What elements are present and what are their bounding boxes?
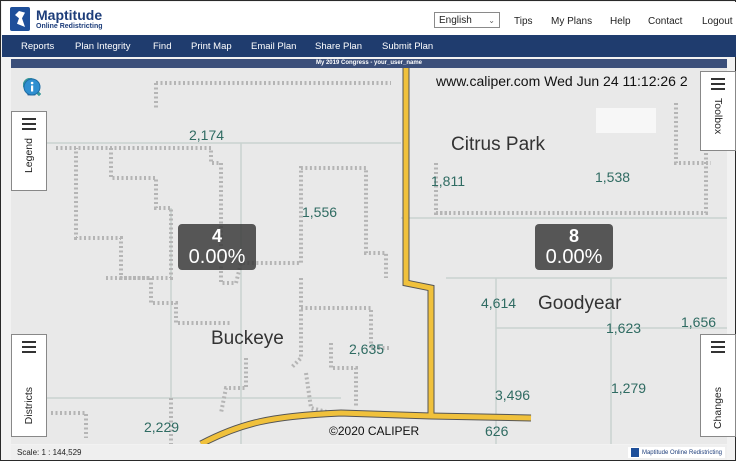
map-canvas[interactable]: www.caliper.com Wed Jun 24 11:12:26 2 Ci… [11, 68, 727, 444]
district-deviation: 0.00% [545, 246, 603, 268]
population-label: 1,623 [606, 320, 642, 336]
logo[interactable]: Maptitude Online Redistricting [10, 5, 103, 33]
map-scale: Scale: 1 : 144,529 [17, 448, 82, 457]
changes-tab-label: Changes [712, 387, 724, 430]
hamburger-icon [22, 341, 36, 353]
districts-tab[interactable]: Districts [11, 334, 47, 437]
population-label: 3,496 [495, 387, 531, 403]
footer-brand-text: Maptitude Online Redistricting [641, 449, 722, 456]
nav-find[interactable]: Find [153, 41, 171, 52]
hamburger-icon [711, 78, 725, 90]
info-icon [23, 78, 41, 96]
hamburger-icon [711, 341, 725, 353]
population-label: 1,538 [595, 169, 631, 185]
map-watermark: www.caliper.com Wed Jun 24 11:12:26 2 [436, 73, 688, 89]
nav-reports[interactable]: Reports [21, 41, 54, 52]
footer-brand[interactable]: Maptitude Online Redistricting [627, 447, 725, 458]
main-nav: Reports Plan Integrity Find Print Map Em… [2, 35, 736, 57]
population-label: 1,556 [302, 204, 338, 220]
nav-print-map[interactable]: Print Map [191, 41, 232, 52]
help-link[interactable]: Help [610, 16, 631, 27]
toolbox-tab[interactable]: Toolbox [700, 71, 736, 151]
hamburger-icon [22, 118, 36, 130]
map-patch [596, 108, 656, 133]
status-bar: Scale: 1 : 144,529 Maptitude Online Redi… [11, 445, 727, 460]
toolbox-tab-label: Toolbox [712, 98, 724, 135]
place-label: Buckeye [211, 328, 284, 349]
population-label: 2,174 [189, 127, 225, 143]
changes-tab[interactable]: Changes [700, 334, 736, 437]
population-label: 1,811 [431, 173, 465, 189]
map-copyright: ©2020 CALIPER [329, 424, 420, 438]
nav-email-plan[interactable]: Email Plan [251, 41, 296, 52]
population-label: 4,614 [481, 295, 517, 311]
logo-subtitle: Online Redistricting [36, 23, 103, 30]
place-label: Citrus Park [451, 134, 545, 155]
district-badge[interactable]: 4 0.00% [178, 224, 256, 270]
zoom-out-button[interactable] [23, 77, 96, 99]
population-label: 1,279 [611, 380, 647, 396]
zoom-in-button[interactable] [23, 77, 70, 99]
map-toolbar [22, 77, 148, 99]
pan-button[interactable] [25, 77, 122, 99]
info-button[interactable] [23, 77, 148, 99]
tips-link[interactable]: Tips [514, 16, 533, 27]
maptitude-logo-icon [630, 448, 639, 457]
district-number: 4 [211, 226, 222, 246]
nav-plan-integrity[interactable]: Plan Integrity [75, 41, 130, 52]
legend-tab[interactable]: Legend [11, 111, 47, 191]
population-label: 1,656 [681, 314, 717, 330]
logo-title: Maptitude [36, 7, 103, 23]
nav-submit-plan[interactable]: Submit Plan [382, 41, 433, 52]
my-plans-link[interactable]: My Plans [551, 16, 592, 27]
contact-link[interactable]: Contact [648, 16, 682, 27]
population-label: 2,229 [144, 419, 180, 435]
district-deviation: 0.00% [188, 246, 246, 268]
language-value: English [439, 14, 472, 26]
logout-link[interactable]: Logout [702, 16, 733, 27]
place-label: Goodyear [538, 293, 622, 314]
district-number: 8 [568, 226, 579, 246]
language-select[interactable]: English ⌄ [434, 12, 500, 28]
nav-share-plan[interactable]: Share Plan [315, 41, 362, 52]
maptitude-logo-icon [10, 7, 30, 31]
app-window: Maptitude Online Redistricting English ⌄… [0, 0, 736, 461]
population-label: 626 [485, 423, 509, 439]
chevron-down-icon: ⌄ [488, 15, 495, 25]
plan-title: My 2019 Congress - your_user_name [11, 59, 727, 68]
top-header: Maptitude Online Redistricting English ⌄… [2, 2, 736, 35]
districts-tab-label: Districts [23, 387, 35, 425]
population-label: 2,635 [349, 341, 385, 357]
district-badge[interactable]: 8 0.00% [535, 224, 613, 270]
legend-tab-label: Legend [23, 138, 35, 174]
